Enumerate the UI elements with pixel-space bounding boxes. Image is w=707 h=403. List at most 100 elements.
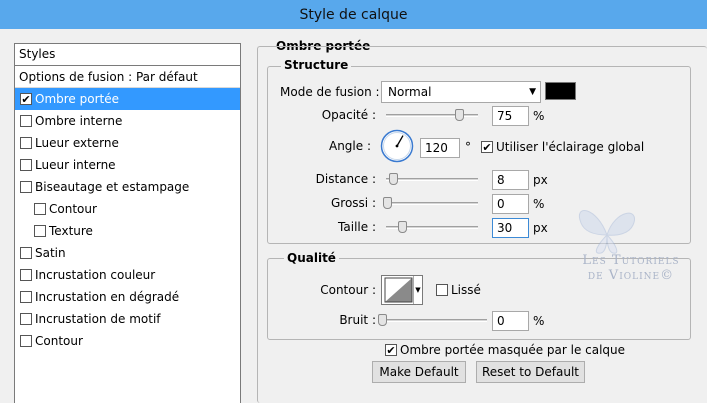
checkbox-icon[interactable] [20,291,32,303]
checkbox-icon[interactable] [20,115,32,127]
reset-default-button[interactable]: Reset to Default [476,361,585,383]
style-item-biseautage-et-estampage[interactable]: Biseautage et estampage [15,176,240,198]
style-item-label: Incrustation en dégradé [35,290,180,304]
styles-panel: Styles Options de fusion : Par défaut Om… [14,43,241,403]
noise-value: 0 [497,314,505,328]
noise-input[interactable]: 0 [492,311,529,331]
style-item-ombre-interne[interactable]: Ombre interne [15,110,240,132]
contour-label: Contour : [320,283,376,297]
watermark-line1: Les Tutoriels [582,253,680,268]
butterfly-watermark-icon [578,210,635,254]
size-unit: px [533,221,548,235]
blend-mode-value: Normal [388,85,432,99]
spread-input[interactable]: 0 [492,194,529,214]
opacity-value: 75 [497,109,513,123]
global-light-check-icon [481,141,493,153]
distance-input[interactable]: 8 [492,170,529,190]
structure-title: Structure [281,58,352,72]
style-item-lueur-externe[interactable]: Lueur externe [15,132,240,154]
knockout-label: Ombre portée masquée par le calque [400,343,626,357]
opacity-slider-thumb[interactable] [455,109,464,121]
blend-mode-select[interactable]: Normal ▼ [381,81,541,103]
size-value: 30 [497,221,513,235]
spread-slider[interactable] [383,195,478,211]
blending-options-item[interactable]: Options de fusion : Par défaut [15,66,240,88]
checkbox-icon[interactable] [20,335,32,347]
noise-label: Bruit : [339,313,376,327]
size-label: Taille : [338,220,376,234]
checkbox-icon[interactable] [34,203,46,215]
style-item-contour-sub[interactable]: Contour [15,198,240,220]
watermark-line2: de Violine© [587,268,675,283]
style-item-incrustation-de-motif[interactable]: Incrustation de motif [15,308,240,330]
spread-label: Grossi : [330,196,376,210]
style-item-label: Biseautage et estampage [35,180,190,194]
style-item-ombre-portee[interactable]: Ombre portée [15,88,240,110]
quality-title: Qualité [284,251,339,265]
angle-input[interactable]: 120 [420,138,460,158]
spread-slider-thumb[interactable] [383,197,392,209]
size-slider-thumb[interactable] [398,221,407,233]
chevron-down-icon: ▼ [529,87,536,97]
checkbox-icon[interactable] [20,181,32,193]
style-item-label: Lueur interne [35,158,116,172]
style-item-incrustation-couleur[interactable]: Incrustation couleur [15,264,240,286]
style-item-incrustation-en-degrade[interactable]: Incrustation en dégradé [15,286,240,308]
angle-unit: ° [465,140,471,154]
checkbox-icon[interactable] [20,159,32,171]
opacity-input[interactable]: 75 [492,106,529,126]
knockout-check-icon [385,344,397,356]
style-item-label: Ombre portée [35,92,119,106]
style-item-contour[interactable]: Contour [15,330,240,352]
styles-header[interactable]: Styles [15,44,240,66]
noise-slider-thumb[interactable] [378,314,387,326]
style-item-texture-sub[interactable]: Texture [15,220,240,242]
global-light-label: Utiliser l'éclairage global [496,140,645,154]
opacity-label: Opacité : [321,108,376,122]
antialiased-checkbox[interactable]: Lissé [436,283,481,297]
title-bar: Style de calque [0,0,707,29]
checkbox-icon[interactable] [34,225,46,237]
contour-curve-icon [384,277,413,303]
style-item-label: Contour [49,202,97,216]
styles-list: Ombre portée Ombre interne Lueur externe Lu… [15,88,240,352]
style-item-label: Texture [49,224,93,238]
window-title: Style de calque [299,6,408,23]
distance-slider[interactable] [386,171,478,187]
style-item-label: Ombre interne [35,114,123,128]
angle-dial[interactable] [380,129,414,163]
contour-picker[interactable]: ▼ [381,275,423,305]
blend-mode-label: Mode de fusion : [280,85,380,99]
style-item-label: Incrustation de motif [35,312,161,326]
checkbox-icon[interactable] [20,247,32,259]
opacity-unit: % [533,109,545,123]
checkbox-icon[interactable] [20,137,32,149]
make-default-button[interactable]: Make Default [372,361,466,383]
reset-default-label: Reset to Default [481,365,580,379]
opacity-slider[interactable] [386,107,478,123]
checkbox-icon[interactable] [20,269,32,281]
shadow-color-swatch[interactable] [545,82,576,100]
style-item-label: Satin [35,246,66,260]
angle-value: 120 [425,141,448,155]
watermark-text: Les Tutoriels de Violine© [576,253,686,283]
checkbox-icon[interactable] [20,93,32,105]
distance-slider-thumb[interactable] [389,173,398,185]
size-input[interactable]: 30 [492,218,529,238]
style-item-label: Contour [35,334,83,348]
size-slider[interactable] [386,219,478,235]
distance-label: Distance : [315,172,376,186]
distance-unit: px [533,173,548,187]
style-item-satin[interactable]: Satin [15,242,240,264]
noise-slider[interactable] [378,312,487,328]
style-item-label: Lueur externe [35,136,119,150]
style-item-lueur-interne[interactable]: Lueur interne [15,154,240,176]
knockout-checkbox[interactable]: Ombre portée masquée par le calque [385,343,625,357]
noise-unit: % [533,314,545,328]
antialiased-label: Lissé [451,283,481,297]
checkbox-icon[interactable] [20,313,32,325]
distance-value: 8 [497,173,505,187]
contour-dropdown-arrow-icon[interactable]: ▼ [413,276,422,304]
global-light-checkbox[interactable]: Utiliser l'éclairage global [481,140,644,154]
spread-value: 0 [497,197,505,211]
